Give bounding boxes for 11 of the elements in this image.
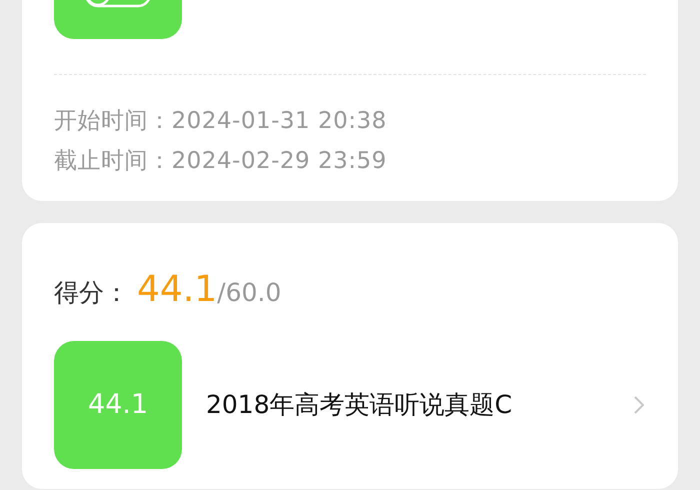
time-value: 2024-02-29 23:59 <box>172 147 387 176</box>
time-label: 开始时间： <box>54 107 172 136</box>
score-value: 44.1 <box>137 268 218 312</box>
exam-item[interactable]: 44.1 2018年高考英语听说真题C <box>54 341 646 469</box>
score-label: 得分： <box>54 277 129 309</box>
time-value: 2024-01-31 20:38 <box>172 107 387 136</box>
exam-title: 2018年高考英语听说真题C <box>206 389 514 422</box>
time-label: 截止时间： <box>54 147 172 176</box>
score-tile: 44.1 <box>54 341 182 469</box>
score-total: /60.0 <box>217 277 282 309</box>
chevron-icon <box>634 396 644 414</box>
